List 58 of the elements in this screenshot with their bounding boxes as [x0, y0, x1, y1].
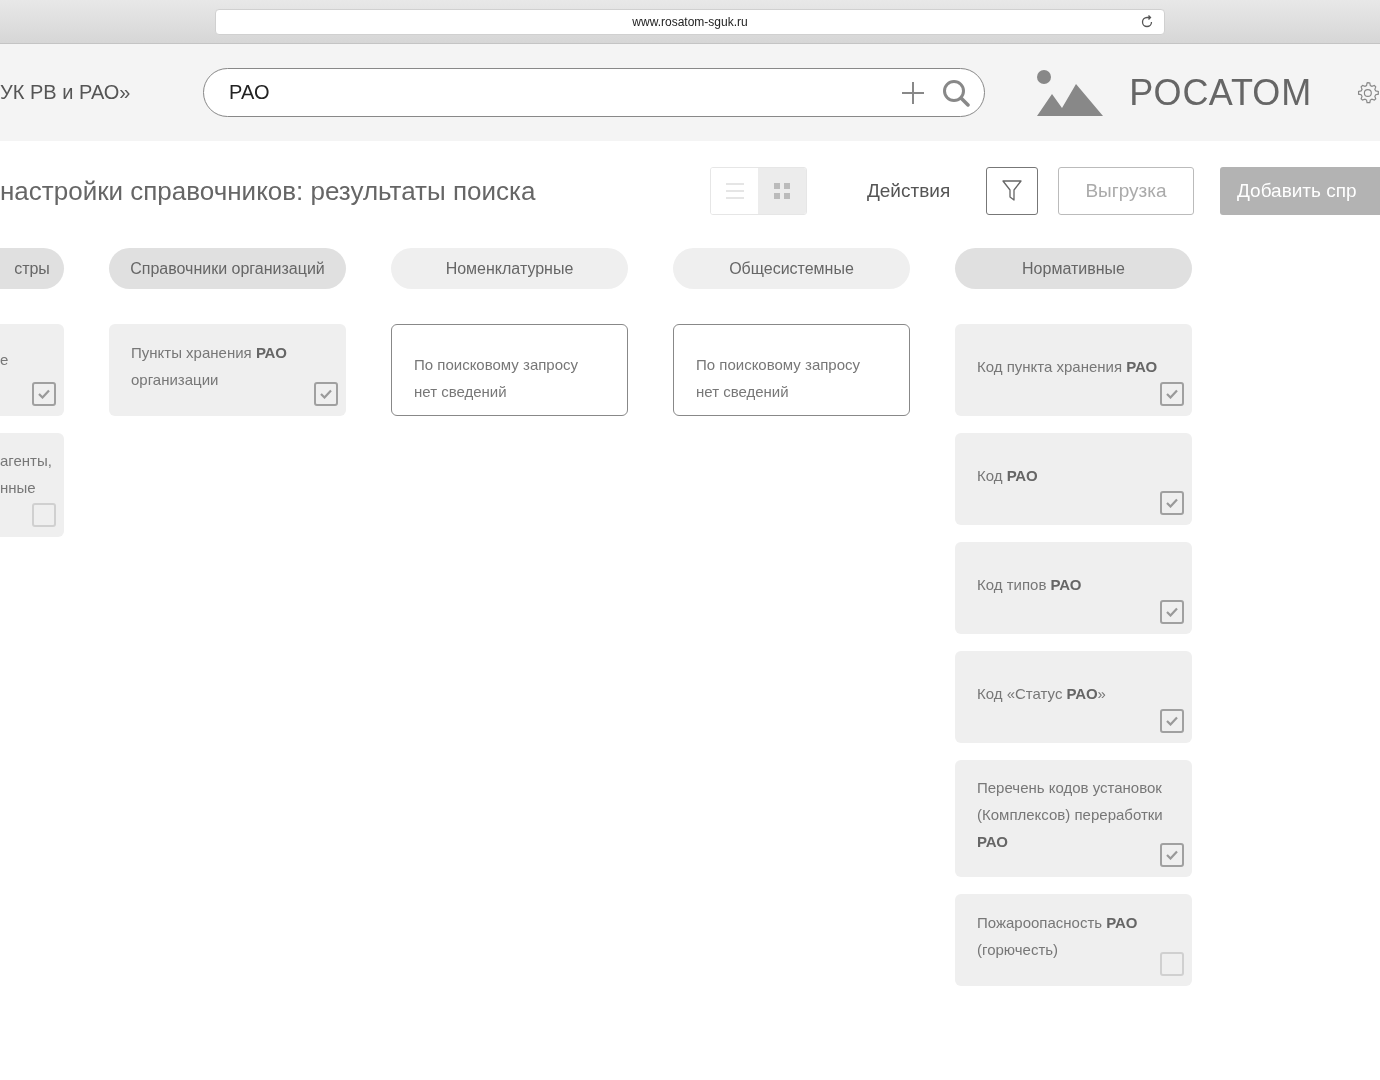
- directory-card[interactable]: Код РАО: [955, 433, 1192, 525]
- checkbox[interactable]: [32, 503, 56, 527]
- check-icon: [1166, 716, 1178, 726]
- checkbox[interactable]: [1160, 382, 1184, 406]
- list-icon: [725, 183, 744, 199]
- checkbox[interactable]: [1160, 491, 1184, 515]
- directory-card[interactable]: Перечень кодов установок (Комплексов) переработки РАО: [955, 760, 1192, 877]
- logo-text: РОСАТОМ: [1129, 71, 1313, 114]
- image-icon: [1037, 69, 1104, 116]
- check-icon: [1166, 498, 1178, 508]
- search-bar[interactable]: РАО: [203, 68, 986, 117]
- category-tab[interactable]: стры: [0, 248, 64, 289]
- checkbox[interactable]: [32, 382, 56, 406]
- checkbox[interactable]: [1160, 952, 1184, 976]
- page-title: настройки справочников: результаты поиска: [0, 175, 537, 207]
- directory-name: Код типов РАО: [977, 574, 1082, 595]
- directory-name: Код РАО: [977, 465, 1038, 486]
- checkbox[interactable]: [1160, 843, 1184, 867]
- empty-message: По поисковому запросу нет сведений: [414, 355, 580, 402]
- directory-name: Перечень кодов установок (Комплексов) переработки РАО: [977, 778, 1164, 852]
- directory-name: Код «Статус РАО»: [977, 683, 1106, 704]
- filter-button[interactable]: [986, 167, 1038, 215]
- directory-name: е: [0, 349, 9, 370]
- directory-name: агенты, нные: [0, 451, 52, 498]
- grid-view-button[interactable]: [758, 168, 806, 214]
- settings-icon[interactable]: [1356, 80, 1380, 105]
- category-tab[interactable]: Справочники организаций: [109, 248, 346, 289]
- address-bar[interactable]: www.rosatom-sguk.ru: [215, 8, 1165, 35]
- check-icon: [1166, 850, 1178, 860]
- category-tab[interactable]: Общесистемные: [673, 248, 910, 289]
- directory-card[interactable]: агенты, нные: [0, 433, 64, 537]
- system-name: УК РВ и РАО»: [0, 81, 132, 104]
- directory-card[interactable]: е: [0, 324, 64, 416]
- category-tab[interactable]: Нормативные: [955, 248, 1192, 289]
- directory-card[interactable]: Код «Статус РАО»: [955, 651, 1192, 743]
- category-tab[interactable]: Номенклатурные: [391, 248, 628, 289]
- directory-card[interactable]: Код типов РАО: [955, 542, 1192, 634]
- reload-icon[interactable]: [1140, 14, 1154, 29]
- directory-name: Пожароопасность РАО (горючесть): [977, 913, 1139, 960]
- checkbox[interactable]: [1160, 600, 1184, 624]
- plus-icon[interactable]: [902, 81, 925, 104]
- check-icon: [38, 389, 50, 399]
- directory-card[interactable]: Код пункта хранения РАО: [955, 324, 1192, 416]
- checkbox[interactable]: [1160, 709, 1184, 733]
- checkbox[interactable]: [314, 382, 338, 406]
- search-field[interactable]: РАО: [227, 80, 885, 105]
- check-icon: [320, 389, 332, 399]
- empty-message: По поисковому запросу нет сведений: [696, 355, 862, 402]
- check-icon: [1166, 389, 1178, 399]
- directory-name: Код пункта хранения РАО: [977, 356, 1158, 377]
- check-icon: [1166, 607, 1178, 617]
- search-icon[interactable]: [942, 78, 971, 107]
- directory-card[interactable]: Пункты хранения РАО организации: [109, 324, 346, 416]
- directory-name: Пункты хранения РАО организации: [131, 343, 288, 390]
- filter-icon: [1002, 180, 1023, 202]
- actions-label[interactable]: Действия: [866, 180, 951, 202]
- grid-icon: [774, 183, 791, 199]
- directory-card[interactable]: Пожароопасность РАО (горючесть): [955, 894, 1192, 986]
